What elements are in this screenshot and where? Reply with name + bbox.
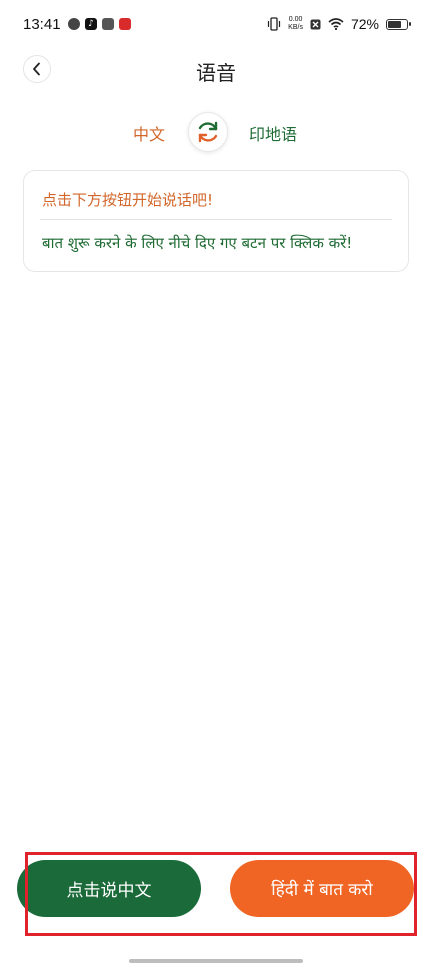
hint-chinese: 点击下方按钮开始说话吧!: [42, 191, 214, 209]
page-title: 语音: [196, 61, 236, 85]
divider: [40, 219, 392, 220]
hint-card: 点击下方按钮开始说话吧! बात शुरू करने के लिए नीचे द…: [23, 170, 409, 272]
sync-icon: [68, 18, 80, 30]
wifi-icon: [328, 18, 344, 30]
home-indicator[interactable]: [129, 959, 303, 963]
status-bar: 13:41 ♪ 0.00 KB/s 72%: [0, 0, 432, 50]
vibrate-icon: [268, 17, 281, 31]
highlight-box: [25, 852, 417, 936]
status-time: 13:41: [23, 16, 61, 33]
hint-hindi: बात शुरू करने के लिए नीचे दिए गए बटन पर …: [42, 234, 353, 252]
battery-icon: [386, 18, 411, 30]
swap-arrows-icon: [198, 121, 218, 143]
battery-percent: 72%: [350, 16, 379, 32]
status-right: 0.00 KB/s 72%: [267, 16, 411, 32]
battery-level: [388, 20, 401, 28]
tiktok-icon: ♪: [85, 18, 97, 30]
app-icon: [119, 18, 131, 30]
net-speed: 0.00 KB/s: [288, 16, 303, 31]
app-icon: [102, 18, 114, 30]
source-language[interactable]: 中文: [133, 121, 165, 145]
target-language[interactable]: 印地语: [249, 121, 297, 145]
sim-off-icon: [310, 19, 321, 29]
notification-icons: ♪: [68, 18, 131, 30]
swap-language-button[interactable]: [188, 112, 228, 152]
